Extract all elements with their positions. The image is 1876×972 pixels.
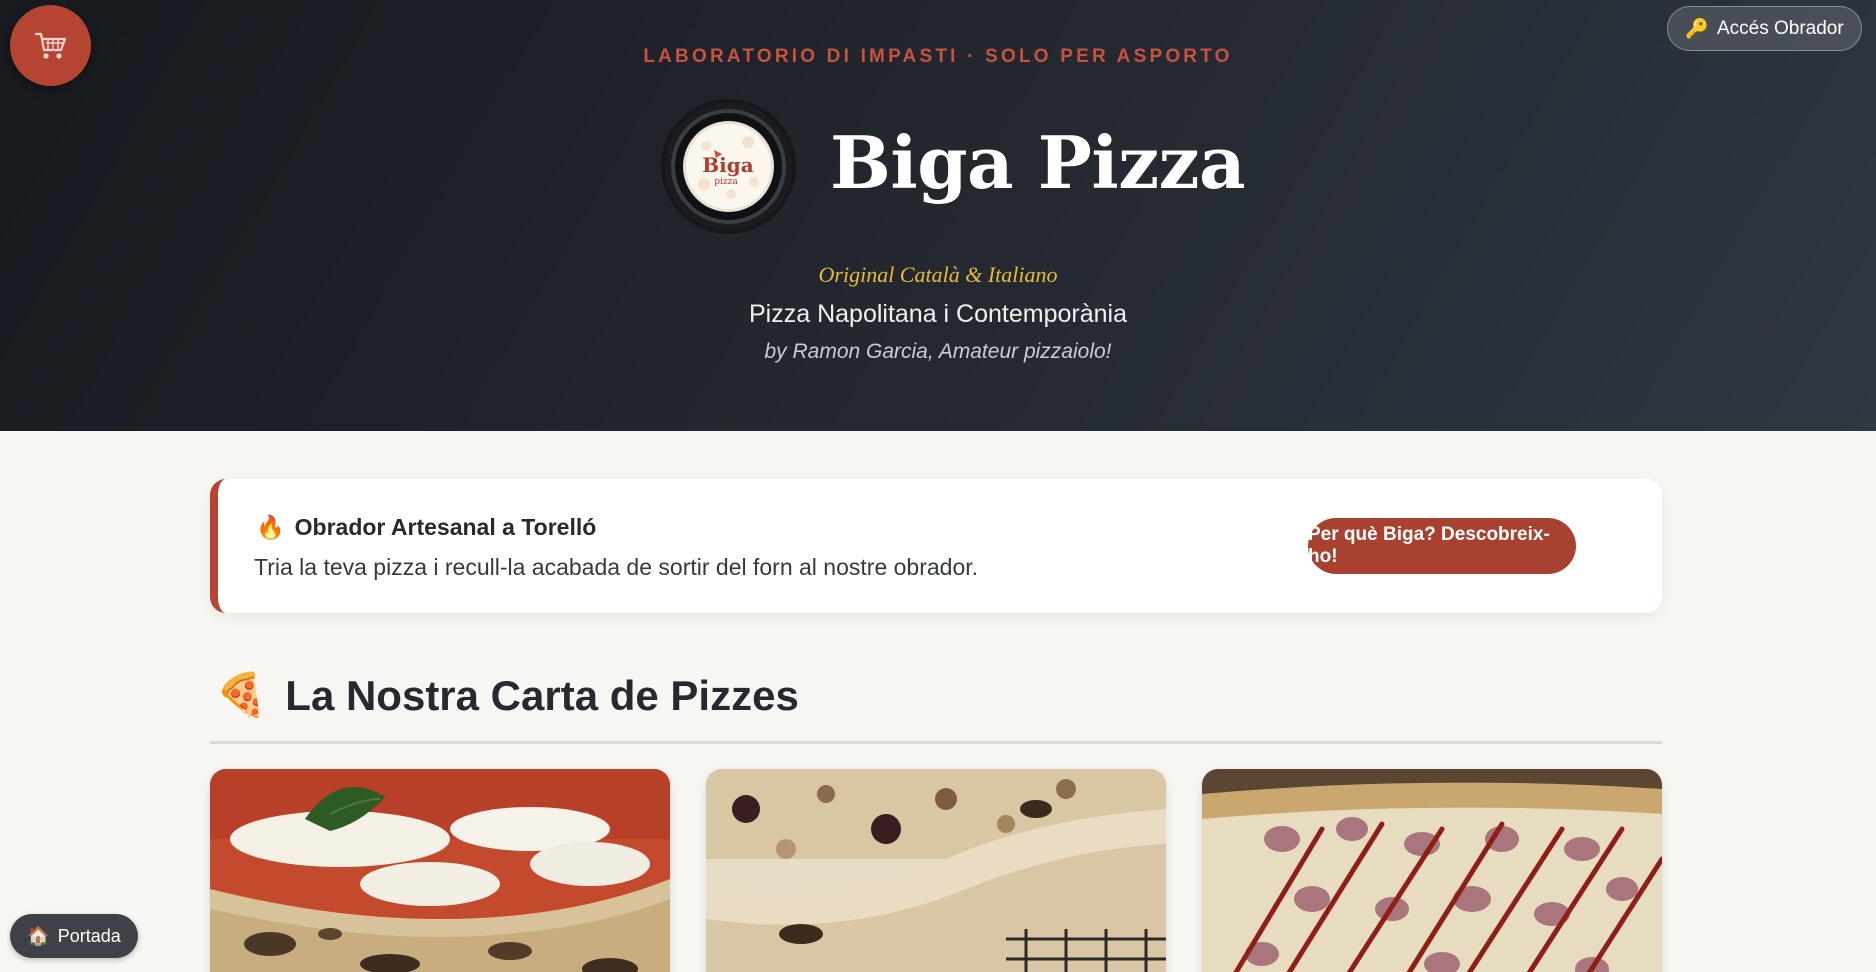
info-title: 🔥 Obrador Artesanal a Torelló: [256, 514, 596, 541]
logo-image: Biga pizza: [686, 124, 771, 209]
access-obrador-button[interactable]: 🔑 Accés Obrador: [1667, 6, 1862, 51]
pizza-photo: [706, 769, 1166, 972]
pizza-card[interactable]: [210, 769, 670, 972]
home-icon: 🏠: [27, 925, 50, 946]
access-label: Accés Obrador: [1716, 17, 1844, 39]
svg-text:pizza: pizza: [714, 177, 738, 187]
key-icon: 🔑: [1685, 18, 1709, 40]
logo-badge: Biga pizza: [686, 124, 771, 209]
home-label: Portada: [57, 925, 121, 946]
pizza-photo: [1202, 769, 1662, 972]
home-button[interactable]: 🏠 Portada: [10, 914, 138, 958]
hero-header: LABORATORIO DI IMPASTI · SOLO PER ASPORT…: [0, 0, 1876, 431]
pizza-card[interactable]: [706, 769, 1166, 972]
info-text: Tria la teva pizza i recull-la acabada d…: [254, 554, 979, 580]
subtitle-text: Pizza Napolitana i Contemporània: [749, 300, 1127, 328]
info-title-text: Obrador Artesanal a Torelló: [294, 514, 597, 540]
fire-icon: 🔥: [256, 514, 285, 540]
cart-icon: [34, 32, 66, 59]
tagline: LABORATORIO DI IMPASTI · SOLO PER ASPORT…: [643, 46, 1233, 67]
svg-text:Biga: Biga: [702, 153, 753, 177]
brand-logo: Biga pizza: [661, 99, 796, 234]
origin-text: Original Català & Italiano: [818, 262, 1058, 287]
section-divider: [210, 741, 1662, 744]
pizza-card[interactable]: [1202, 769, 1662, 972]
menu-section-title: 🍕 La Nostra Carta de Pizzes: [215, 671, 799, 720]
menu-title-text: La Nostra Carta de Pizzes: [285, 671, 799, 719]
byline-text: by Ramon Garcia, Amateur pizzaiolo!: [764, 340, 1112, 363]
brand-title: Biga Pizza: [830, 120, 1246, 205]
info-card: 🔥 Obrador Artesanal a Torelló Tria la te…: [210, 479, 1662, 613]
pizza-photo: [210, 769, 670, 972]
cart-button[interactable]: [10, 5, 91, 86]
pizza-icon: 🍕: [215, 671, 268, 718]
why-biga-button[interactable]: Per què Biga? Descobreix-ho!: [1308, 518, 1576, 574]
